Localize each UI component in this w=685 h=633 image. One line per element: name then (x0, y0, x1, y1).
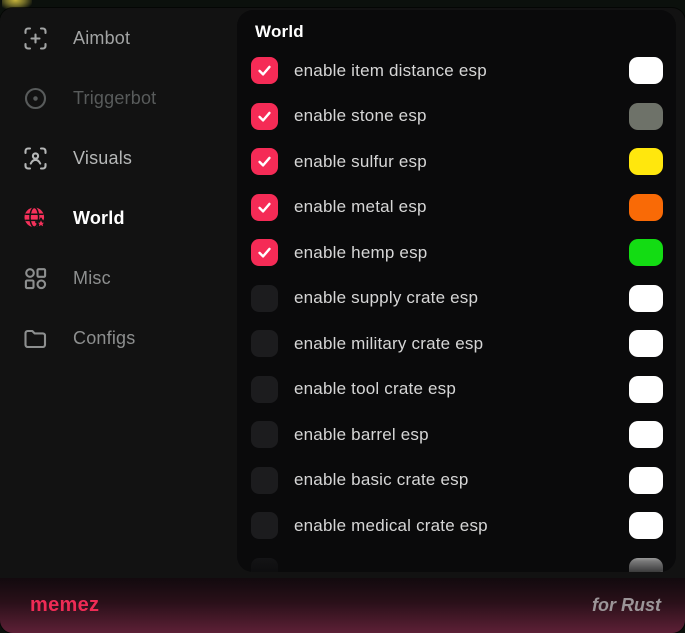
check-icon (256, 244, 273, 261)
sidebar-item-aimbot[interactable]: Aimbot (0, 8, 237, 68)
esp-checkbox[interactable] (251, 421, 278, 448)
esp-checkbox[interactable] (251, 194, 278, 221)
world-panel: World enable item distance esp enable st… (237, 10, 676, 572)
check-icon (256, 153, 273, 170)
sidebar-item-visuals[interactable]: Visuals (0, 128, 237, 188)
esp-checkbox[interactable] (251, 285, 278, 312)
esp-color-swatch[interactable] (629, 512, 663, 539)
sidebar-item-label: Configs (73, 328, 135, 349)
sidebar-item-label: Misc (73, 268, 111, 289)
esp-option-row: enable basic crate esp (251, 458, 663, 504)
esp-option-row: enable barrel esp (251, 412, 663, 458)
esp-option-label: enable barrel esp (294, 425, 429, 445)
esp-color-swatch[interactable] (629, 103, 663, 130)
esp-option-label: enable stone esp (294, 106, 427, 126)
esp-color-swatch[interactable] (629, 376, 663, 403)
sidebar: Aimbot Triggerbot Visuals World Misc Con… (0, 8, 237, 578)
circle-dot-icon (22, 85, 49, 112)
cheat-menu-window: Aimbot Triggerbot Visuals World Misc Con… (0, 8, 685, 633)
sidebar-item-label: Triggerbot (73, 88, 156, 109)
check-icon (256, 62, 273, 79)
esp-checkbox[interactable] (251, 512, 278, 539)
esp-color-swatch[interactable] (629, 285, 663, 312)
esp-option-label: enable tool crate esp (294, 379, 456, 399)
esp-color-swatch[interactable] (629, 239, 663, 266)
sidebar-item-label: Visuals (73, 148, 132, 169)
esp-checkbox[interactable] (251, 376, 278, 403)
esp-checkbox[interactable] (251, 558, 278, 572)
esp-color-swatch[interactable] (629, 558, 663, 572)
folder-icon (22, 325, 49, 352)
check-icon (256, 199, 273, 216)
menu-main-area: Aimbot Triggerbot Visuals World Misc Con… (0, 8, 685, 578)
screen: Aimbot Triggerbot Visuals World Misc Con… (0, 0, 685, 633)
esp-checkbox[interactable] (251, 467, 278, 494)
esp-option-label: enable military crate esp (294, 334, 483, 354)
sidebar-item-misc[interactable]: Misc (0, 248, 237, 308)
esp-option-row: enable tool crate esp (251, 367, 663, 413)
sidebar-item-label: Aimbot (73, 28, 130, 49)
esp-color-swatch[interactable] (629, 467, 663, 494)
esp-option-row: enable hemp esp (251, 230, 663, 276)
crosshair-scan-icon (22, 25, 49, 52)
esp-checkbox[interactable] (251, 330, 278, 357)
esp-color-swatch[interactable] (629, 57, 663, 84)
esp-option-row: enable supply crate esp (251, 276, 663, 322)
esp-option-label: enable metal esp (294, 197, 427, 217)
esp-option-row: enable stone esp (251, 94, 663, 140)
scan-person-icon (22, 145, 49, 172)
esp-option-row: enable medical crate esp (251, 503, 663, 549)
esp-checkbox[interactable] (251, 148, 278, 175)
esp-color-swatch[interactable] (629, 194, 663, 221)
esp-option-row: enable metal esp (251, 185, 663, 231)
panel-title: World (255, 22, 663, 42)
esp-option-row: enable military crate esp (251, 321, 663, 367)
sidebar-item-label: World (73, 208, 125, 229)
esp-option-row: enable sulfur esp (251, 139, 663, 185)
esp-option-label: enable sulfur esp (294, 152, 427, 172)
globe-star-icon (22, 205, 49, 232)
shapes-grid-icon (22, 265, 49, 292)
esp-color-swatch[interactable] (629, 330, 663, 357)
esp-options-list[interactable]: enable item distance esp enable stone es… (251, 48, 663, 572)
brand-name: memez (30, 594, 99, 617)
esp-checkbox[interactable] (251, 103, 278, 130)
sidebar-item-world[interactable]: World (0, 188, 237, 248)
esp-color-swatch[interactable] (629, 421, 663, 448)
esp-option-label: enable hemp esp (294, 243, 427, 263)
esp-option-label: enable basic crate esp (294, 470, 469, 490)
sidebar-item-configs[interactable]: Configs (0, 308, 237, 368)
check-icon (256, 108, 273, 125)
footer-bar: memez for Rust (0, 578, 685, 633)
esp-checkbox[interactable] (251, 239, 278, 266)
product-tagline: for Rust (592, 595, 661, 616)
esp-option-label: enable supply crate esp (294, 288, 478, 308)
esp-option-row (251, 549, 663, 573)
sidebar-item-triggerbot[interactable]: Triggerbot (0, 68, 237, 128)
esp-checkbox[interactable] (251, 57, 278, 84)
esp-option-label: enable medical crate esp (294, 516, 488, 536)
esp-option-row: enable item distance esp (251, 48, 663, 94)
esp-option-label: enable item distance esp (294, 61, 487, 81)
esp-color-swatch[interactable] (629, 148, 663, 175)
